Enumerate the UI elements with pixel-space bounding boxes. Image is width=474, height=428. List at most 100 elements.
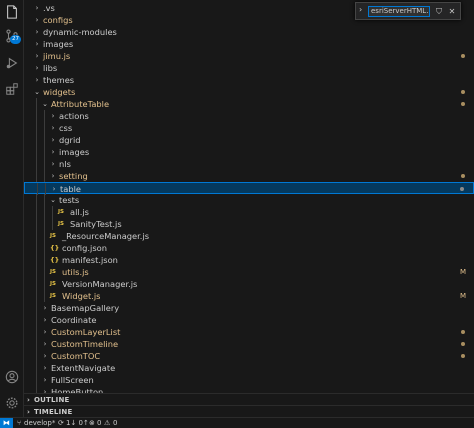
tree-file[interactable]: JS _ResourceManager.js	[24, 230, 474, 242]
tree-item-label: .vs	[43, 3, 55, 13]
modified-dot-icon	[461, 354, 465, 358]
sync-status[interactable]: 1↓ 0↑	[66, 418, 89, 428]
chevron-right-icon[interactable]: ›	[41, 350, 49, 362]
tree-folder[interactable]: › dgrid	[24, 134, 474, 146]
filter-icon[interactable]: ⛉	[434, 6, 444, 17]
branch-name[interactable]: develop*	[24, 418, 55, 428]
chevron-right-icon[interactable]: ›	[41, 326, 49, 338]
tree-file[interactable]: {} manifest.json	[24, 254, 474, 266]
tree-item-label: dynamic-modules	[43, 27, 117, 37]
extensions-icon[interactable]	[4, 81, 20, 97]
tree-folder[interactable]: › setting	[24, 170, 474, 182]
indent-guide	[36, 134, 37, 146]
tree-folder[interactable]: › css	[24, 122, 474, 134]
indent-guide	[44, 146, 45, 158]
tree-file[interactable]: JS VersionManager.js	[24, 278, 474, 290]
tree-folder[interactable]: › table	[24, 182, 474, 195]
indent-guide	[36, 158, 37, 170]
chevron-right-icon[interactable]: ›	[33, 62, 41, 74]
tree-file[interactable]: JS Widget.js M	[24, 290, 474, 302]
run-debug-icon[interactable]	[4, 55, 20, 71]
tree-folder[interactable]: › dynamic-modules	[24, 26, 474, 38]
chevron-right-icon[interactable]: ›	[41, 386, 49, 393]
tree-item-label: FullScreen	[51, 375, 94, 385]
tree-file[interactable]: JS SanityTest.js	[24, 218, 474, 230]
indent-guide	[36, 98, 37, 110]
modified-status-badge: M	[459, 292, 466, 300]
tree-folder[interactable]: › libs	[24, 62, 474, 74]
indent-guide	[52, 206, 53, 218]
chevron-right-icon[interactable]: ›	[33, 14, 41, 26]
tree-file[interactable]: JS utils.js M	[24, 266, 474, 278]
tree-folder[interactable]: › FullScreen	[24, 374, 474, 386]
manage-gear-icon[interactable]	[4, 395, 20, 411]
js-file-icon: JS	[50, 233, 57, 239]
chevron-right-icon[interactable]: ›	[33, 2, 41, 14]
tree-item-label: VersionManager.js	[62, 279, 138, 289]
chevron-right-icon[interactable]: ›	[359, 5, 362, 14]
tree-folder[interactable]: › CustomLayerList	[24, 326, 474, 338]
tree-folder[interactable]: › jimu.js	[24, 50, 474, 62]
indent-guide	[36, 278, 37, 290]
tree-file[interactable]: JS all.js	[24, 206, 474, 218]
chevron-right-icon[interactable]: ›	[33, 26, 41, 38]
tree-item-label: actions	[59, 111, 89, 121]
remote-icon[interactable]: ⧓	[0, 418, 13, 428]
tree-folder[interactable]: › images	[24, 38, 474, 50]
chevron-right-icon[interactable]: ›	[41, 338, 49, 350]
error-count[interactable]: 0	[97, 418, 101, 428]
chevron-right-icon[interactable]: ›	[41, 374, 49, 386]
tree-folder[interactable]: › CustomTimeline	[24, 338, 474, 350]
tree-folder[interactable]: › ExtentNavigate	[24, 362, 474, 374]
tree-folder[interactable]: › nls	[24, 158, 474, 170]
tree-folder[interactable]: › HomeButton	[24, 386, 474, 393]
chevron-right-icon[interactable]: ›	[49, 110, 57, 122]
chevron-right-icon[interactable]: ›	[49, 158, 57, 170]
error-icon: ⊗	[89, 419, 95, 427]
explorer-icon[interactable]	[4, 4, 20, 20]
chevron-right-icon[interactable]: ›	[33, 50, 41, 62]
chevron-down-icon[interactable]: ⌄	[49, 194, 57, 206]
tree-item-label: config.json	[62, 243, 107, 253]
close-icon[interactable]: ✕	[447, 6, 457, 17]
tree-folder[interactable]: › CustomTOC	[24, 350, 474, 362]
chevron-right-icon[interactable]: ›	[41, 302, 49, 314]
chevron-right-icon[interactable]: ›	[49, 146, 57, 158]
indent-guide	[36, 194, 37, 206]
tree-folder[interactable]: › actions	[24, 110, 474, 122]
tree-folder[interactable]: ⌄ AttributeTable	[24, 98, 474, 110]
tree-folder[interactable]: ⌄ tests	[24, 194, 474, 206]
modified-status-badge: M	[459, 268, 466, 276]
indent-guide	[44, 266, 45, 278]
tree-item-label: ExtentNavigate	[51, 363, 116, 373]
chevron-right-icon[interactable]: ›	[49, 170, 57, 182]
indent-guide	[36, 386, 37, 393]
timeline-panel-header[interactable]: › TIMELINE	[24, 405, 474, 417]
outline-panel-header[interactable]: › OUTLINE	[24, 393, 474, 405]
warning-count[interactable]: 0	[113, 418, 117, 428]
tree-file[interactable]: {} config.json	[24, 242, 474, 254]
tree-item-label: CustomLayerList	[51, 327, 121, 337]
tree-folder[interactable]: › BasemapGallery	[24, 302, 474, 314]
chevron-down-icon[interactable]: ⌄	[41, 98, 49, 110]
find-input[interactable]: esriServerHTML...	[368, 6, 430, 17]
chevron-right-icon[interactable]: ›	[49, 134, 57, 146]
chevron-down-icon[interactable]: ⌄	[33, 86, 41, 98]
indent-guide	[44, 254, 45, 266]
chevron-right-icon[interactable]: ›	[33, 74, 41, 86]
tree-folder[interactable]: › Coordinate	[24, 314, 474, 326]
account-icon[interactable]	[4, 369, 20, 385]
js-file-icon: JS	[58, 221, 65, 227]
chevron-right-icon[interactable]: ›	[41, 362, 49, 374]
tree-item-label: nls	[59, 159, 71, 169]
tree-item-label: manifest.json	[62, 255, 118, 265]
tree-folder[interactable]: ⌄ widgets	[24, 86, 474, 98]
tree-item-label: Widget.js	[62, 291, 101, 301]
js-file-icon: JS	[50, 293, 57, 299]
indent-guide	[36, 350, 37, 362]
chevron-right-icon[interactable]: ›	[41, 314, 49, 326]
chevron-right-icon[interactable]: ›	[49, 122, 57, 134]
tree-folder[interactable]: › images	[24, 146, 474, 158]
chevron-right-icon[interactable]: ›	[33, 38, 41, 50]
tree-folder[interactable]: › themes	[24, 74, 474, 86]
